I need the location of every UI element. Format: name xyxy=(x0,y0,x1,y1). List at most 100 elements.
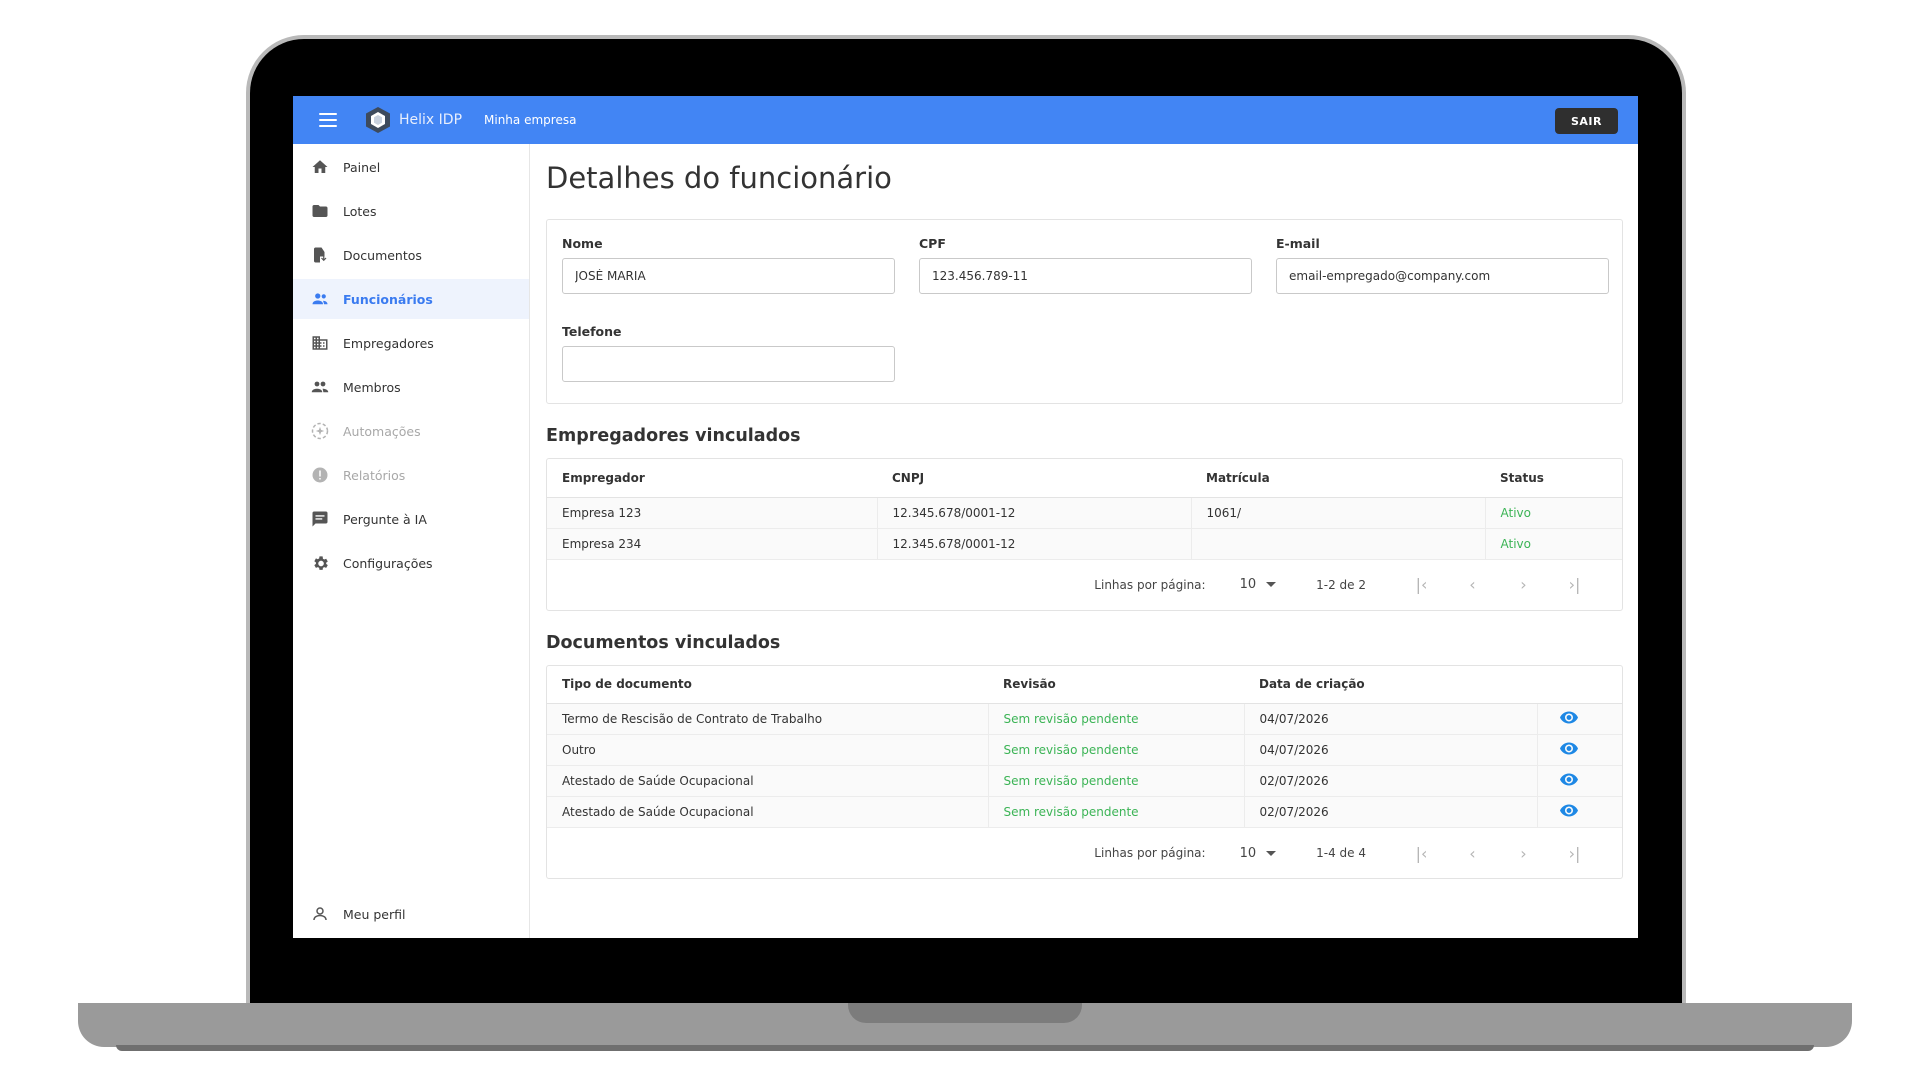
table-row[interactable]: Atestado de Saúde Ocupacional Sem revisão… xyxy=(547,796,1622,828)
chat-icon xyxy=(309,509,331,529)
sidebar-item-5[interactable]: Membros xyxy=(293,367,529,407)
col-header-status: Status xyxy=(1485,459,1622,498)
table-row[interactable]: Atestado de Saúde Ocupacional Sem revisão… xyxy=(547,765,1622,797)
main-content: Detalhes do funcionário Nome CPF E-mail … xyxy=(531,144,1638,938)
employers-pagination: Linhas por página: 10 1-2 de 2 |‹ ‹ › ›| xyxy=(547,560,1622,610)
cpf-field-group: CPF xyxy=(919,236,1252,294)
sidebar-item-label: Painel xyxy=(343,159,381,175)
table-header-row: Empregador CNPJ Matrícula Status xyxy=(547,459,1622,498)
eye-icon[interactable] xyxy=(1559,804,1578,820)
phone-label: Telefone xyxy=(562,324,622,339)
review-status-cell: Sem revisão pendente xyxy=(987,734,1244,766)
cpf-input[interactable] xyxy=(919,258,1252,294)
sidebar-item-label: Automações xyxy=(343,423,421,439)
col-header-created: Data de criação xyxy=(1244,665,1537,704)
sidebar-item-profile[interactable]: Meu perfil xyxy=(293,894,529,934)
page-range: 1-4 de 4 xyxy=(1316,846,1366,860)
employers-table-card: Empregador CNPJ Matrícula Status Empresa… xyxy=(546,458,1623,611)
people-icon xyxy=(309,289,331,309)
phone-input[interactable] xyxy=(562,346,895,382)
brand-name[interactable]: Helix IDP xyxy=(399,112,462,128)
caret-down-icon[interactable] xyxy=(1266,850,1277,856)
registration-cell: 1061/ xyxy=(1190,497,1485,529)
eye-icon[interactable] xyxy=(1559,742,1578,758)
created-date-cell: 04/07/2026 xyxy=(1243,703,1537,735)
home-icon xyxy=(309,157,331,177)
registration-cell xyxy=(1190,528,1485,560)
phone-field-group: Telefone xyxy=(562,324,895,382)
sidebar-item-label: Empregadores xyxy=(343,335,434,351)
col-header-registration: Matrícula xyxy=(1191,459,1485,498)
sidebar-nav: Painel Lotes Documentos Funcionários Emprega… xyxy=(293,147,529,583)
last-page-icon[interactable]: ›| xyxy=(1549,575,1600,594)
sidebar-item-4[interactable]: Empregadores xyxy=(293,323,529,363)
view-document-cell xyxy=(1536,796,1622,828)
company-name[interactable]: Minha empresa xyxy=(484,113,576,127)
review-status-cell: Sem revisão pendente xyxy=(987,765,1244,797)
table-row[interactable]: Outro Sem revisão pendente 04/07/2026 xyxy=(547,734,1622,766)
email-input[interactable] xyxy=(1276,258,1609,294)
person-icon xyxy=(309,904,331,924)
sidebar-item-label: Meu perfil xyxy=(343,906,406,922)
page-range: 1-2 de 2 xyxy=(1316,577,1366,592)
table-row[interactable]: Empresa 234 12.345.678/0001-12 Ativo xyxy=(547,528,1622,560)
sidebar-item-3[interactable]: Funcionários xyxy=(293,279,529,319)
col-header-employer: Empregador xyxy=(547,459,877,498)
sidebar-item-label: Documentos xyxy=(343,247,422,263)
prev-page-icon[interactable]: ‹ xyxy=(1447,575,1498,594)
created-date-cell: 04/07/2026 xyxy=(1243,734,1537,766)
sidebar-item-label: Membros xyxy=(343,379,401,395)
view-document-cell xyxy=(1536,703,1622,735)
sidebar-item-9[interactable]: Configurações xyxy=(293,543,529,583)
next-page-icon[interactable]: › xyxy=(1498,575,1549,594)
top-app-bar: Helix IDP Minha empresa SAIR xyxy=(293,96,1638,144)
document-icon xyxy=(309,245,331,265)
cnpj-cell: 12.345.678/0001-12 xyxy=(876,528,1191,560)
gear-icon xyxy=(309,553,331,573)
sidebar-item-label: Pergunte à IA xyxy=(343,511,427,527)
automation-icon xyxy=(309,421,331,441)
laptop-notch xyxy=(848,1003,1082,1023)
employers-table: Empregador CNPJ Matrícula Status Empresa… xyxy=(547,459,1622,560)
name-input[interactable] xyxy=(562,258,895,294)
app-screen: Helix IDP Minha empresa SAIR Painel Lotes… xyxy=(293,96,1638,938)
name-label: Nome xyxy=(562,236,603,251)
next-page-icon[interactable]: › xyxy=(1498,844,1549,863)
sidebar-item-1[interactable]: Lotes xyxy=(293,191,529,231)
first-page-icon[interactable]: |‹ xyxy=(1396,844,1447,863)
sidebar-item-2[interactable]: Documentos xyxy=(293,235,529,275)
page-title: Detalhes do funcionário xyxy=(546,161,892,195)
prev-page-icon[interactable]: ‹ xyxy=(1447,844,1498,863)
first-page-icon[interactable]: |‹ xyxy=(1396,575,1447,594)
rows-per-page-select[interactable]: 10 xyxy=(1240,577,1257,592)
table-row[interactable]: Termo de Rescisão de Contrato de Trabalh… xyxy=(547,703,1622,735)
created-date-cell: 02/07/2026 xyxy=(1243,796,1537,828)
email-field-group: E-mail xyxy=(1276,236,1609,294)
caret-down-icon[interactable] xyxy=(1266,582,1277,587)
employer-cell: Empresa 123 xyxy=(547,497,877,529)
table-row[interactable]: Empresa 123 12.345.678/0001-12 1061/ Ati… xyxy=(547,497,1622,529)
logout-button[interactable]: SAIR xyxy=(1555,108,1618,134)
sidebar-item-0[interactable]: Painel xyxy=(293,147,529,187)
eye-icon[interactable] xyxy=(1559,711,1578,727)
group-icon xyxy=(309,377,331,397)
view-document-cell xyxy=(1536,765,1622,797)
email-label: E-mail xyxy=(1276,236,1320,251)
review-status-cell: Sem revisão pendente xyxy=(987,703,1244,735)
sidebar-item-label: Lotes xyxy=(343,203,377,219)
last-page-icon[interactable]: ›| xyxy=(1549,844,1600,863)
doc-type-cell: Atestado de Saúde Ocupacional xyxy=(547,796,988,828)
rows-per-page-label: Linhas por página: xyxy=(1094,846,1206,860)
created-date-cell: 02/07/2026 xyxy=(1243,765,1537,797)
rows-per-page-label: Linhas por página: xyxy=(1094,577,1206,592)
name-field-group: Nome xyxy=(562,236,895,294)
sidebar-item-label: Relatórios xyxy=(343,467,406,483)
menu-icon[interactable] xyxy=(319,113,337,127)
sidebar-item-8[interactable]: Pergunte à IA xyxy=(293,499,529,539)
sidebar-item-7: Relatórios xyxy=(293,455,529,495)
documents-table-card: Tipo de documento Revisão Data de criaçã… xyxy=(546,664,1623,879)
rows-per-page-select[interactable]: 10 xyxy=(1240,846,1257,861)
documents-section-title: Documentos vinculados xyxy=(546,632,781,653)
sidebar-item-6: Automações xyxy=(293,411,529,451)
eye-icon[interactable] xyxy=(1559,773,1578,789)
